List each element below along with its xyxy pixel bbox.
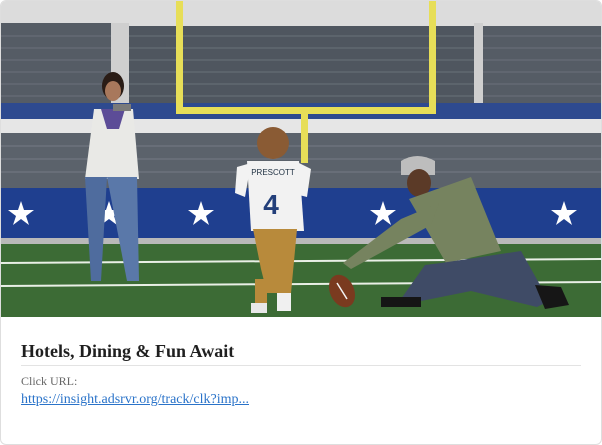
divider — [21, 365, 581, 366]
jersey-number: 4 — [263, 189, 279, 220]
jersey-name: PRESCOTT — [251, 168, 295, 177]
ad-title[interactable]: Hotels, Dining & Fun Await — [21, 341, 234, 362]
click-url-link[interactable]: https://insight.adsrvr.org/track/clk?imp… — [21, 392, 249, 408]
click-url-label: Click URL: — [21, 374, 78, 388]
ad-card[interactable]: PRESCOTT 4 Hotels, Dining & Fun Await Cl… — [0, 0, 602, 445]
stadium-photo: PRESCOTT 4 — [1, 1, 601, 317]
ad-hero-image[interactable]: PRESCOTT 4 — [1, 1, 601, 317]
ad-body: Hotels, Dining & Fun Await Click URL: ht… — [1, 317, 601, 444]
